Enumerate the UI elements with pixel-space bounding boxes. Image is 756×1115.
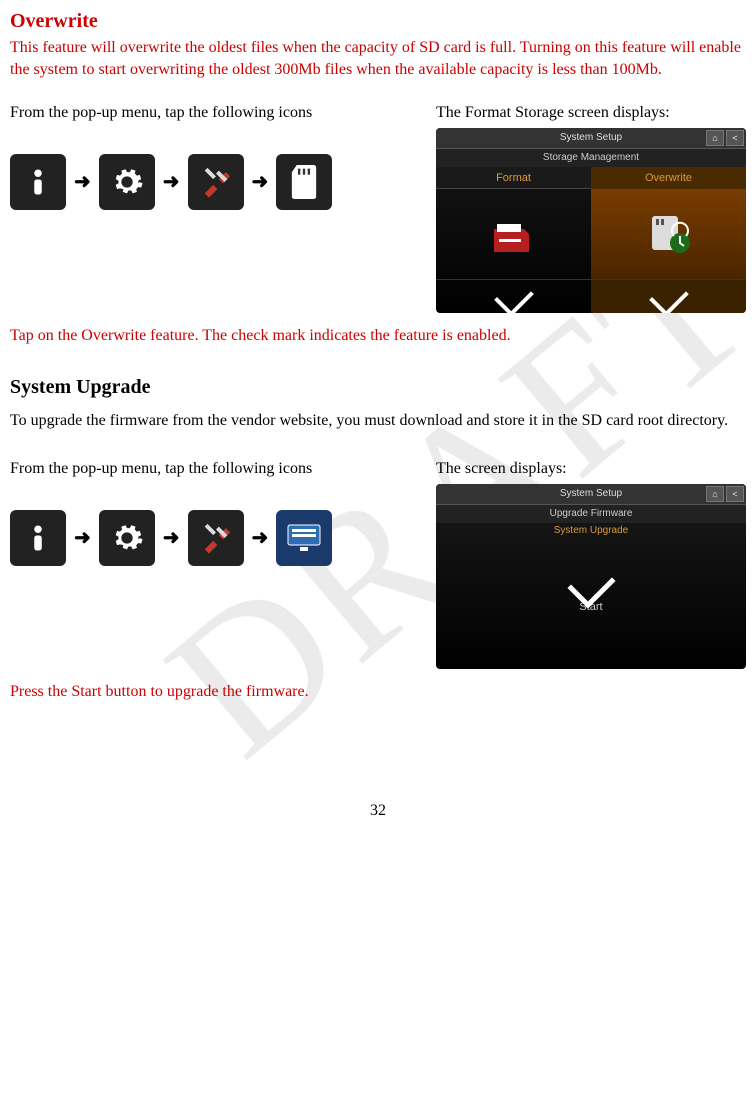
- overwrite-tab[interactable]: Overwrite: [591, 167, 746, 189]
- gear-icon: [99, 154, 155, 210]
- upgrade-intro: To upgrade the firmware from the vendor …: [10, 407, 746, 436]
- home-icon[interactable]: ⌂: [706, 486, 724, 502]
- start-button[interactable]: Start: [572, 570, 611, 613]
- arrow-icon: ➜: [252, 525, 269, 550]
- monitor-icon: [276, 510, 332, 566]
- upgrade-screenshot: System Setup ⌂ < Upgrade Firmware System…: [436, 484, 746, 669]
- tools-icon: [188, 510, 244, 566]
- ss1-title: System Setup: [560, 132, 622, 143]
- icon-sequence-1: ➜ ➜ ➜: [10, 154, 416, 210]
- page-number: 32: [10, 802, 746, 820]
- upgrade-heading: System Upgrade: [10, 376, 746, 399]
- tools-icon: [188, 154, 244, 210]
- overwrite-right-label: The Format Storage screen displays:: [436, 102, 746, 124]
- arrow-icon: ➜: [74, 525, 91, 550]
- home-icon[interactable]: ⌂: [706, 130, 724, 146]
- arrow-icon: ➜: [252, 169, 269, 194]
- arrow-icon: ➜: [74, 169, 91, 194]
- upgrade-left-label: From the pop-up menu, tap the following …: [10, 458, 416, 480]
- overwrite-panel: [591, 189, 746, 279]
- icon-sequence-2: ➜ ➜ ➜: [10, 510, 416, 566]
- sdcard-icon: [276, 154, 332, 210]
- format-panel: [436, 189, 591, 279]
- upgrade-right-label: The screen displays:: [436, 458, 746, 480]
- back-icon[interactable]: <: [726, 486, 744, 502]
- upgrade-press-note: Press the Start button to upgrade the fi…: [10, 681, 746, 703]
- ss2-subtitle: Upgrade Firmware: [436, 505, 746, 523]
- gear-icon: [99, 510, 155, 566]
- overwrite-left-label: From the pop-up menu, tap the following …: [10, 102, 416, 124]
- ss2-title: System Setup: [560, 488, 622, 499]
- back-icon[interactable]: <: [726, 130, 744, 146]
- arrow-icon: ➜: [163, 525, 180, 550]
- format-tab[interactable]: Format: [436, 167, 591, 189]
- format-check[interactable]: [436, 280, 591, 313]
- overwrite-tap-note: Tap on the Overwrite feature. The check …: [10, 325, 746, 347]
- arrow-icon: ➜: [163, 169, 180, 194]
- info-icon: [10, 510, 66, 566]
- ss1-subtitle: Storage Management: [436, 149, 746, 167]
- ss2-subtitle2: System Upgrade: [436, 523, 746, 536]
- storage-screenshot: System Setup ⌂ < Storage Management Form…: [436, 128, 746, 313]
- overwrite-heading: Overwrite: [10, 10, 746, 33]
- overwrite-intro: This feature will overwrite the oldest f…: [10, 37, 746, 80]
- overwrite-check[interactable]: [591, 280, 746, 313]
- info-icon: [10, 154, 66, 210]
